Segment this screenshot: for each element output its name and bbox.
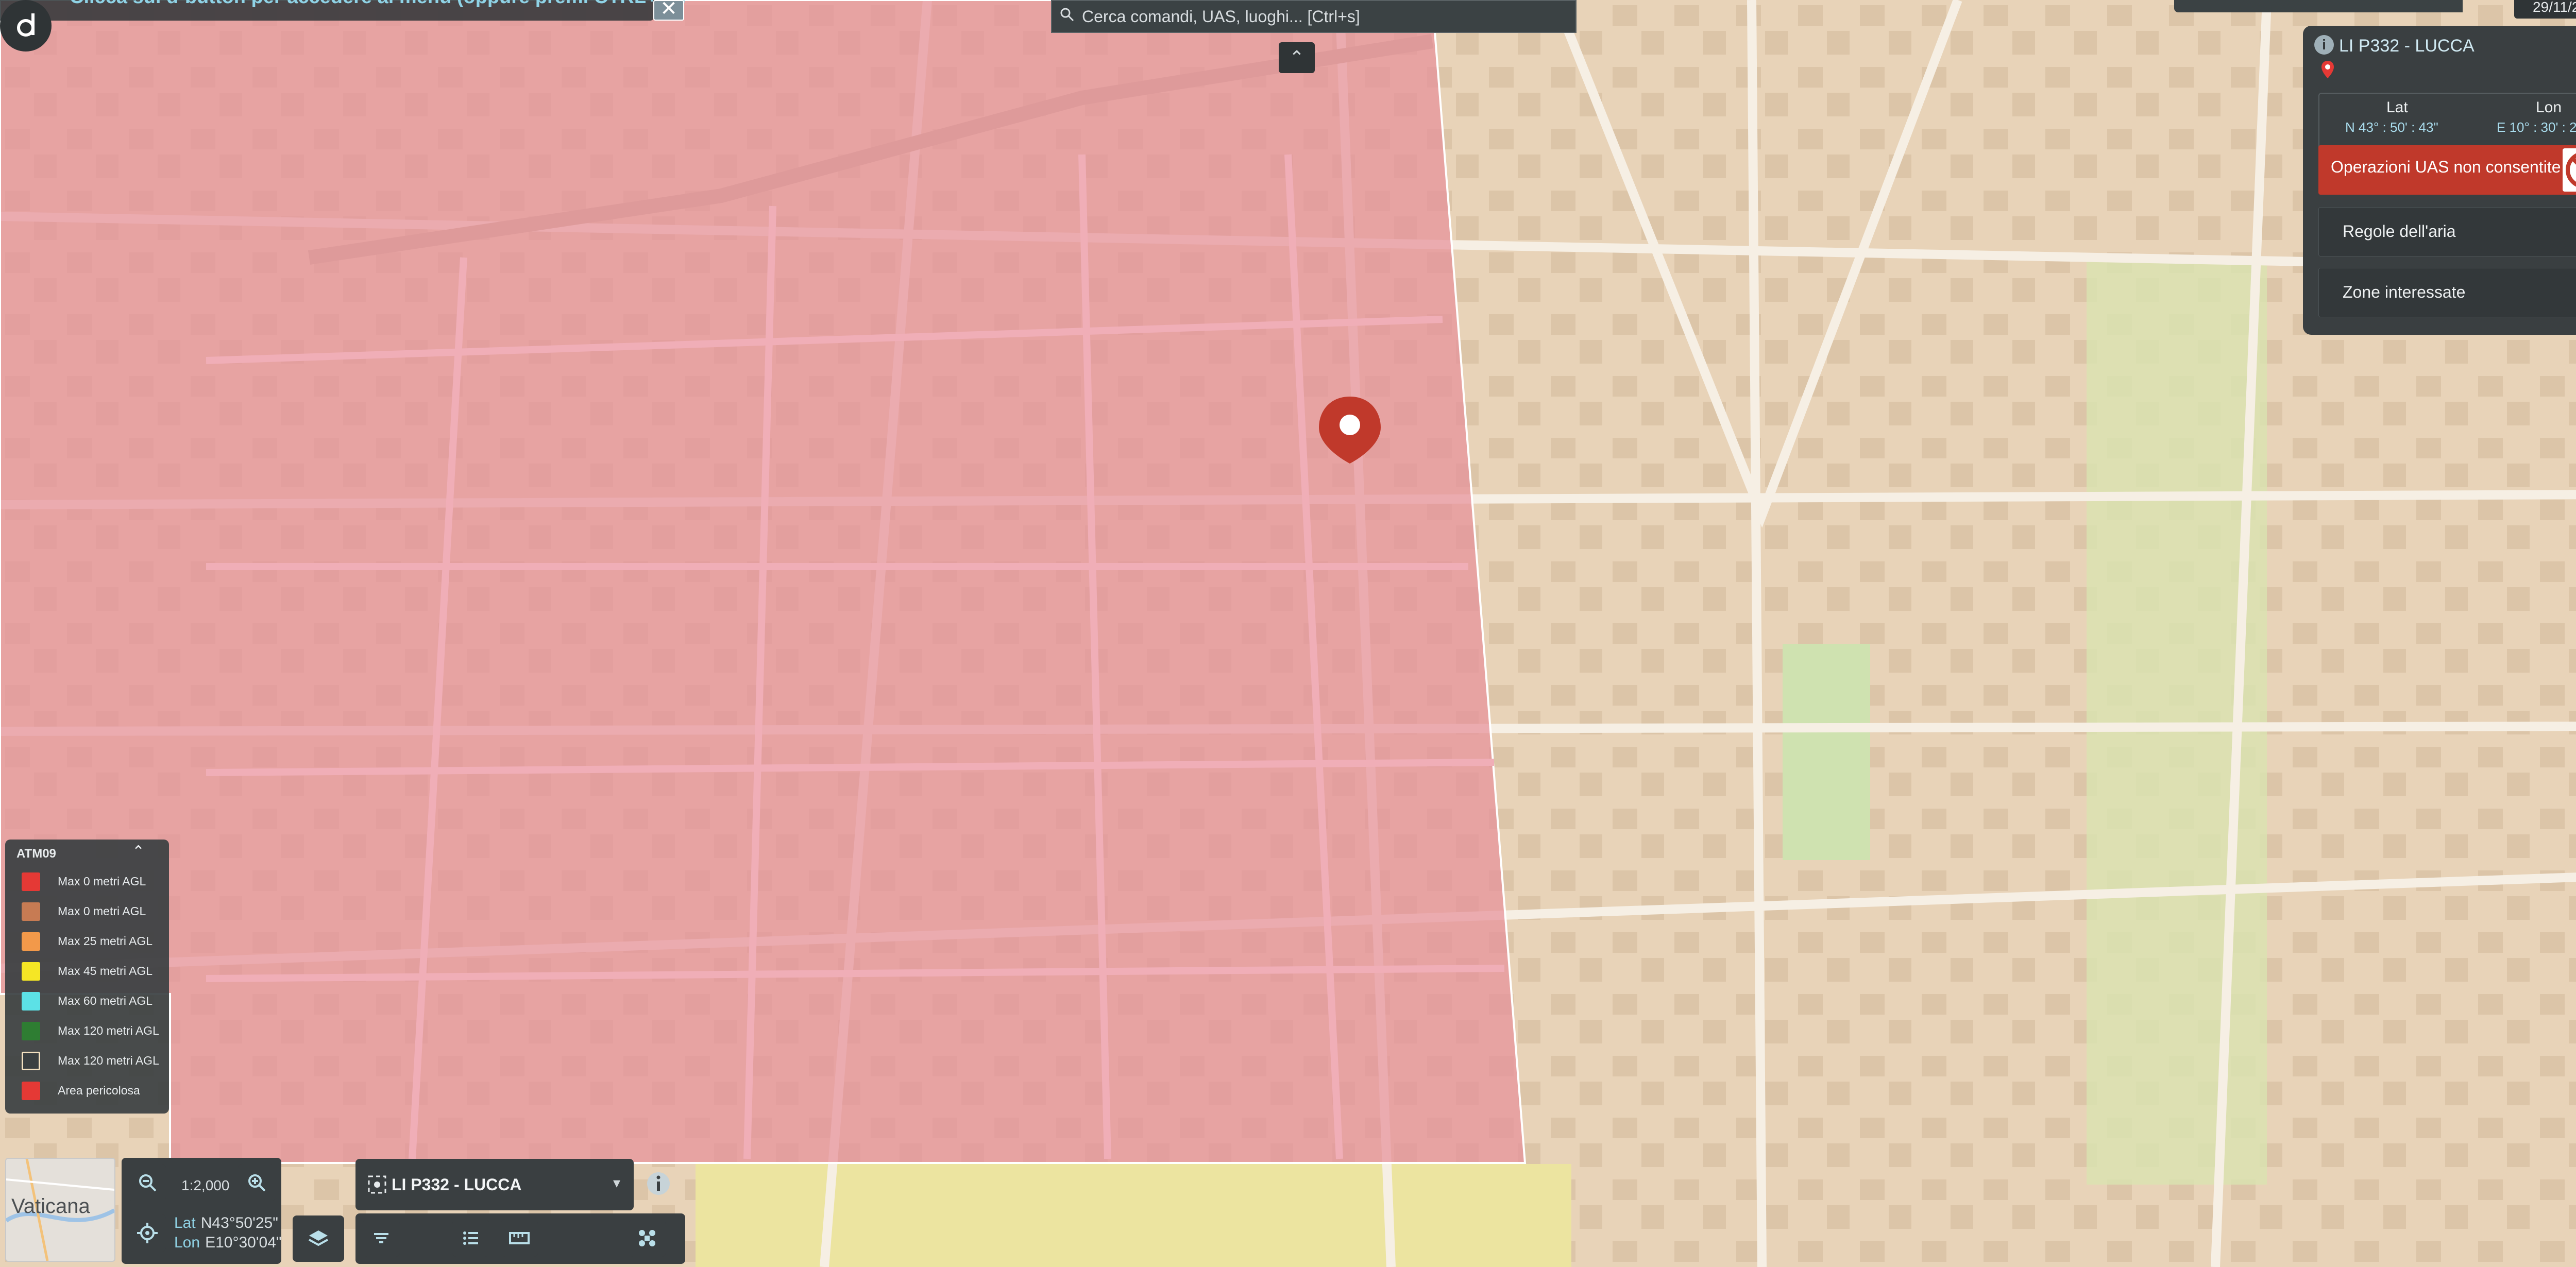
lon-value: E 10° : 30' : 22" <box>2497 119 2576 135</box>
legend-item: Max 0 metri AGL <box>16 898 166 923</box>
zoom-in-button[interactable] <box>238 1164 275 1201</box>
legend-label: Max 120 metri AGL <box>58 1054 159 1067</box>
lon-label: Lon <box>2536 99 2562 116</box>
map-style-thumbnail[interactable]: Vaticana <box>5 1158 115 1262</box>
legend-swatch <box>22 932 40 951</box>
accordion-label: Regole dell'aria <box>2343 222 2456 241</box>
chevron-up-icon: ⌃ <box>1289 47 1305 68</box>
legend-item: Max 120 metri AGL <box>16 1018 166 1042</box>
drone-icon <box>639 1230 655 1246</box>
collapse-legend-button[interactable]: ⌃ <box>132 843 145 861</box>
drone-button[interactable] <box>629 1220 666 1257</box>
ruler-button[interactable] <box>501 1220 538 1257</box>
accordion-affected-zones[interactable]: Zone interessate ⌄ <box>2318 268 2576 317</box>
cursor-lat-value: N43°50'25" <box>200 1214 278 1231</box>
legend-swatch <box>22 992 40 1011</box>
thumbnail-label: Vaticana <box>11 1195 90 1218</box>
legend-swatch <box>22 1052 40 1070</box>
close-banner-button[interactable]: ✕ <box>653 0 684 21</box>
locate-me-button[interactable] <box>129 1214 166 1252</box>
map-layer <box>0 0 2576 1267</box>
legend-title: ATM09 <box>16 847 56 861</box>
search-bar[interactable]: Cerca comandi, UAS, luoghi... [Ctrl+s] <box>1051 0 1577 33</box>
caret-down-icon: ▾ <box>613 1175 621 1191</box>
zone-selector[interactable]: LI P332 - LUCCA ▾ <box>355 1159 634 1210</box>
legend-swatch <box>22 1082 40 1100</box>
legend-swatch <box>22 872 40 891</box>
panel-title: LI P332 - LUCCA <box>2339 36 2475 56</box>
ruler-icon <box>509 1232 530 1244</box>
lat-value: N 43° : 50' : 43" <box>2345 119 2438 135</box>
zoom-in-icon <box>248 1174 266 1192</box>
legend-label: Max 0 metri AGL <box>58 904 146 918</box>
legend-item: Area pericolosa <box>16 1077 166 1102</box>
legend-item: Max 45 metri AGL <box>16 958 166 983</box>
layers-button[interactable] <box>293 1215 344 1262</box>
no-drone-icon <box>2563 148 2576 192</box>
accordion-label: Zone interessate <box>2343 283 2466 301</box>
filter-icon <box>374 1233 388 1243</box>
legend-swatch <box>22 902 40 921</box>
legend-item: Max 60 metri AGL <box>16 988 166 1013</box>
lat-label: Lat <box>2386 99 2408 116</box>
d-button[interactable] <box>0 0 52 52</box>
zone-name: LI P332 - LUCCA <box>392 1175 522 1194</box>
legend-item: Max 0 metri AGL <box>16 868 166 893</box>
lon-key: Lon <box>174 1234 200 1251</box>
list-icon <box>463 1231 478 1245</box>
d-logo-icon <box>17 13 35 37</box>
legend-item: Max 25 metri AGL <box>16 928 166 953</box>
uas-alert: Operazioni UAS non consentite <box>2318 145 2576 195</box>
layers-icon <box>309 1230 328 1246</box>
map-pin-icon <box>2321 61 2334 81</box>
cursor-lat: Lat N43°50'25" <box>174 1214 278 1232</box>
collapse-up-button[interactable]: ⌃ <box>1279 42 1315 73</box>
cursor-lon-value: E10°30'04" <box>205 1234 282 1251</box>
target-icon <box>367 1174 387 1197</box>
top-right-toolbar[interactable] <box>2174 0 2463 12</box>
legend-swatch <box>22 1022 40 1040</box>
legend-label: Max 60 metri AGL <box>58 994 153 1007</box>
scale-indicator: 1:2,000 <box>181 1177 230 1193</box>
menu-hint-text: Clicca sul d-button per accedere al menu… <box>70 0 686 12</box>
zoom-out-button[interactable] <box>129 1164 166 1201</box>
search-placeholder: Cerca comandi, UAS, luoghi... [Ctrl+s] <box>1082 7 1360 26</box>
list-button[interactable] <box>452 1220 489 1257</box>
legend-label: Max 45 metri AGL <box>58 964 153 978</box>
cursor-lon: Lon E10°30'04" <box>174 1234 282 1252</box>
filter-button[interactable] <box>363 1220 400 1257</box>
legend-label: Area pericolosa <box>58 1084 140 1097</box>
search-icon <box>1059 7 1075 26</box>
alert-text: Operazioni UAS non consentite <box>2331 158 2561 176</box>
map-canvas[interactable] <box>0 0 2576 1267</box>
crosshair-icon <box>137 1223 158 1243</box>
accordion-air-rules[interactable]: Regole dell'aria ⌄ <box>2318 207 2576 256</box>
legend-panel: ATM09 ⌃ Max 0 metri AGL Max 0 metri AGL … <box>5 840 169 1114</box>
legend-label: Max 120 metri AGL <box>58 1024 159 1037</box>
zone-info-panel: i LI P332 - LUCCA ✕ Lat Lon N 43° : 50' … <box>2303 26 2576 335</box>
zoom-out-icon <box>139 1174 157 1192</box>
legend-label: Max 0 metri AGL <box>58 875 146 888</box>
info-icon <box>647 1172 670 1195</box>
legend-item: Max 120 metri AGL <box>16 1048 166 1072</box>
lat-key: Lat <box>174 1214 196 1231</box>
info-icon: i <box>2314 35 2334 55</box>
legend-label: Max 25 metri AGL <box>58 934 153 948</box>
legend-swatch <box>22 962 40 981</box>
zone-info-button[interactable] <box>640 1165 677 1202</box>
park-green <box>1783 644 1870 860</box>
date-display: 29/11/2024 <box>2514 0 2576 19</box>
